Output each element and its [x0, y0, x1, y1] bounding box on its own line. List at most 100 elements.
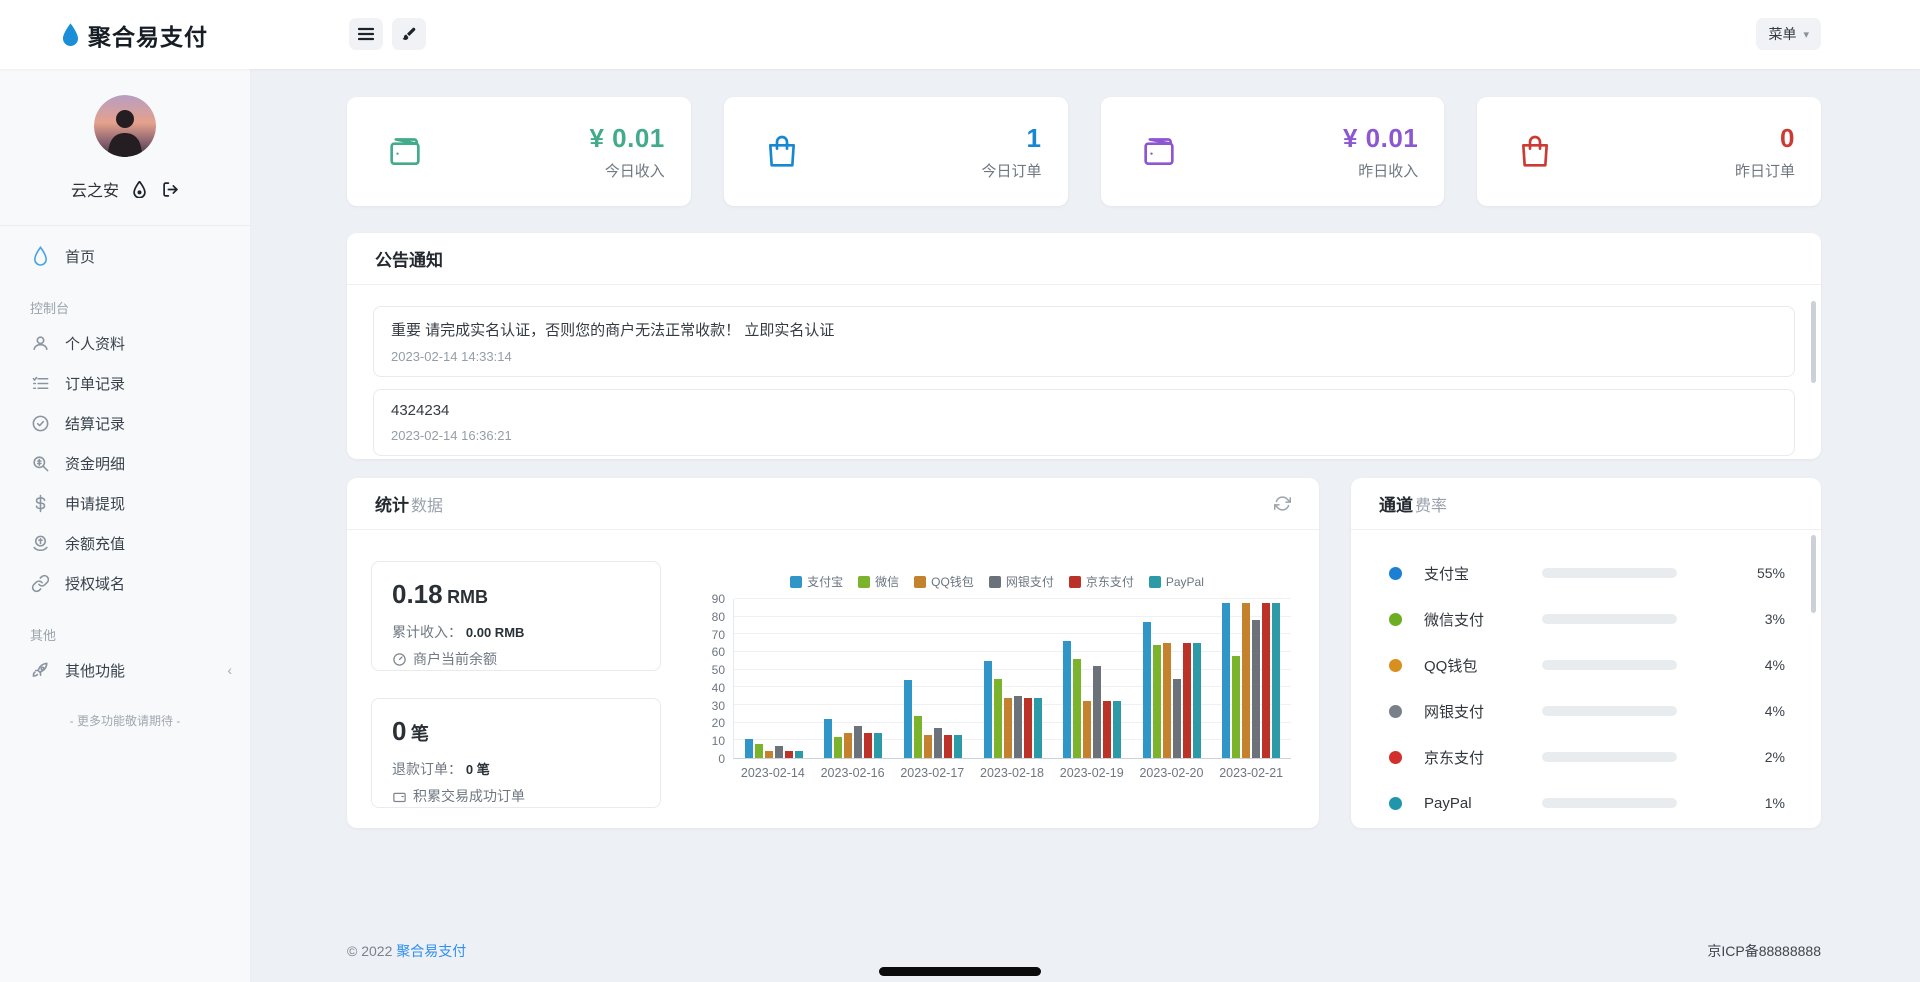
- legend-item[interactable]: QQ钱包: [914, 573, 974, 590]
- paintbrush-icon: [401, 26, 417, 42]
- legend-item[interactable]: 支付宝: [790, 573, 843, 590]
- chevron-left-icon: ‹: [227, 662, 232, 678]
- refresh-icon[interactable]: [1274, 495, 1291, 512]
- water-drop-icon[interactable]: [132, 181, 149, 198]
- sidebar-item-settlements[interactable]: 结算记录: [0, 403, 250, 443]
- main-content: ¥ 0.01 今日收入 1 今日订单 ¥ 0.01 昨日收入: [251, 69, 1920, 982]
- bar: [944, 735, 952, 758]
- check-circle-icon: [30, 413, 50, 433]
- bar: [924, 735, 932, 758]
- rate-progress-bar: [1542, 660, 1677, 670]
- statistics-title-suffix: 数据: [411, 492, 443, 516]
- bar: [1103, 701, 1111, 758]
- footer-brand-link[interactable]: 聚合易支付: [396, 943, 466, 959]
- sidebar-item-withdraw[interactable]: 申请提现: [0, 483, 250, 523]
- sidebar-item-home[interactable]: 首页: [0, 236, 250, 276]
- rates-list: 支付宝 55% 微信支付 3% QQ钱包 4%: [1351, 530, 1821, 826]
- bar: [1034, 698, 1042, 758]
- rate-percent: 55%: [1677, 565, 1785, 581]
- legend-item[interactable]: 微信: [858, 573, 899, 590]
- legend-swatch-icon: [1149, 576, 1161, 588]
- stat-card-today-orders: 1 今日订单: [724, 97, 1068, 206]
- bar: [844, 733, 852, 758]
- brand-title: 聚合易支付: [88, 18, 208, 52]
- y-tick-label: 0: [718, 752, 725, 766]
- coin-icon: [30, 533, 50, 553]
- scrollbar-thumb[interactable]: [1811, 535, 1816, 613]
- bar: [864, 733, 872, 758]
- bar: [745, 739, 753, 758]
- legend-item[interactable]: 网银支付: [989, 573, 1054, 590]
- chevron-down-icon: ▾: [1803, 28, 1809, 41]
- rate-percent: 3%: [1677, 611, 1785, 627]
- logout-icon[interactable]: [162, 181, 179, 198]
- x-tick-label: 2023-02-19: [1052, 766, 1132, 780]
- legend-swatch-icon: [914, 576, 926, 588]
- sidebar-item-label: 资金明细: [65, 453, 125, 474]
- chart-x-axis: 2023-02-142023-02-162023-02-172023-02-18…: [733, 766, 1291, 780]
- bar: [984, 661, 992, 758]
- channel-label: PayPal: [1424, 795, 1542, 812]
- x-tick-label: 2023-02-18: [972, 766, 1052, 780]
- channel-label: 京东支付: [1424, 747, 1542, 768]
- sidebar-item-recharge[interactable]: 余额充值: [0, 523, 250, 563]
- statistics-panel: 统计 数据 0.18 RMB 累计收入： 0.00 RMB: [347, 478, 1319, 828]
- rates-title-suffix: 费率: [1415, 492, 1447, 516]
- stat-card-yesterday-income: ¥ 0.01 昨日收入: [1101, 97, 1445, 206]
- bar: [1163, 643, 1171, 758]
- x-tick-label: 2023-02-21: [1211, 766, 1291, 780]
- rate-percent: 1%: [1677, 795, 1785, 811]
- bar: [1083, 701, 1091, 758]
- channel-dot-icon: [1389, 705, 1402, 718]
- sidebar-toggle-button[interactable]: [349, 18, 383, 50]
- channel-label: QQ钱包: [1424, 655, 1542, 676]
- footer: © 2022 聚合易支付 京ICP备88888888: [347, 941, 1821, 961]
- channel-label: 微信支付: [1424, 609, 1542, 630]
- menu-dropdown-label: 菜单: [1768, 24, 1796, 44]
- bar-group: [1211, 599, 1291, 758]
- rate-progress-bar: [1542, 614, 1677, 624]
- balance-value: 0.18: [392, 579, 443, 609]
- announcements-panel: 公告通知 重要 请完成实名认证，否则您的商户无法正常收款！ 立即实名认证 202…: [347, 233, 1821, 459]
- y-tick-label: 80: [712, 610, 725, 624]
- stat-label: 昨日收入: [1343, 160, 1418, 181]
- menu-dropdown-button[interactable]: 菜单 ▾: [1756, 18, 1821, 50]
- bar: [755, 744, 763, 758]
- bar: [954, 735, 962, 758]
- rate-progress-bar: [1542, 706, 1677, 716]
- sidebar-item-orders[interactable]: 订单记录: [0, 363, 250, 403]
- bar: [1232, 656, 1240, 758]
- orders-unit: 笔: [411, 724, 429, 744]
- announcement-time: 2023-02-14 14:33:14: [391, 349, 1777, 364]
- channel-dot-icon: [1389, 567, 1402, 580]
- legend-item[interactable]: PayPal: [1149, 573, 1204, 590]
- chart-plot: [733, 599, 1291, 759]
- channel-dot-icon: [1389, 751, 1402, 764]
- y-tick-label: 20: [712, 716, 725, 730]
- copyright-text: © 2022: [347, 943, 392, 959]
- avatar[interactable]: [94, 95, 156, 157]
- sidebar-item-profile[interactable]: 个人资料: [0, 323, 250, 363]
- rate-progress-bar: [1542, 752, 1677, 762]
- balance-caption: 商户当前余额: [413, 649, 497, 669]
- theme-button[interactable]: [392, 18, 426, 50]
- sidebar-item-domains[interactable]: 授权域名: [0, 563, 250, 603]
- y-tick-label: 30: [712, 699, 725, 713]
- bar-group: [814, 599, 894, 758]
- shopping-bag-icon: [762, 132, 802, 172]
- bar: [1153, 645, 1161, 758]
- legend-item[interactable]: 京东支付: [1069, 573, 1134, 590]
- sidebar-item-more-features[interactable]: 其他功能 ‹: [0, 650, 250, 690]
- announcement-item[interactable]: 4324234 2023-02-14 16:36:21: [373, 389, 1795, 456]
- rates-title: 通道: [1379, 491, 1413, 516]
- legend-swatch-icon: [989, 576, 1001, 588]
- announcement-item[interactable]: 重要 请完成实名认证，否则您的商户无法正常收款！ 立即实名认证 2023-02-…: [373, 306, 1795, 377]
- bar: [1242, 603, 1250, 758]
- sidebar-item-funds[interactable]: 资金明细: [0, 443, 250, 483]
- rate-percent: 4%: [1677, 703, 1785, 719]
- scrollbar-thumb[interactable]: [1811, 301, 1816, 383]
- announcement-text: 4324234: [391, 402, 1777, 419]
- bar: [824, 719, 832, 758]
- balance-row-label: 累计收入：: [392, 624, 462, 640]
- bar: [1093, 666, 1101, 758]
